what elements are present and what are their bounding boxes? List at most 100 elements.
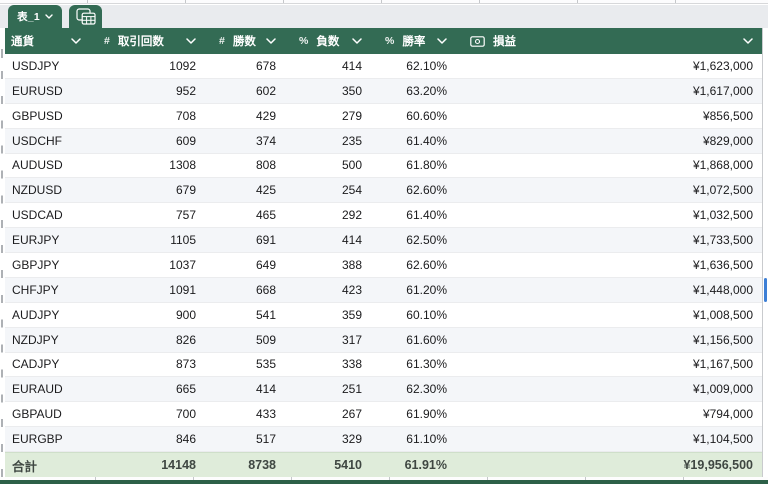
cell-wins[interactable]: 678	[205, 59, 285, 73]
cell-winrate[interactable]: 61.10%	[371, 432, 456, 446]
tab-table-1[interactable]: 表_1	[8, 5, 62, 28]
cell-currency[interactable]: EURUSD	[5, 84, 90, 98]
cell-winrate[interactable]: 60.60%	[371, 109, 456, 123]
table-row[interactable]: CADJPY 873 535 338 61.30% ¥1,167,500	[5, 352, 762, 378]
cell-trades[interactable]: 757	[90, 208, 205, 222]
cell-pnl[interactable]: ¥1,104,500	[456, 432, 762, 446]
cell-losses[interactable]: 254	[285, 183, 371, 197]
cell-currency[interactable]: CHFJPY	[5, 283, 90, 297]
cell-pnl[interactable]: ¥856,500	[456, 109, 762, 123]
cell-trades[interactable]: 1308	[90, 158, 205, 172]
cell-losses[interactable]: 317	[285, 333, 371, 347]
cell-trades[interactable]: 1092	[90, 59, 205, 73]
cell-winrate[interactable]: 62.50%	[371, 233, 456, 247]
table-row[interactable]: GBPJPY 1037 649 388 62.60% ¥1,636,500	[5, 253, 762, 278]
cell-winrate[interactable]: 62.30%	[371, 382, 456, 396]
table-row[interactable]: NZDJPY 826 509 317 61.60% ¥1,156,500	[5, 327, 762, 353]
cell-trades[interactable]: 609	[90, 134, 205, 148]
cell-losses[interactable]: 292	[285, 208, 371, 222]
column-header-wins[interactable]: # 勝数	[205, 28, 285, 54]
cell-currency[interactable]: GBPAUD	[5, 407, 90, 421]
cell-losses[interactable]: 251	[285, 382, 371, 396]
table-row[interactable]: EURUSD 952 602 350 63.20% ¥1,617,000	[5, 78, 762, 104]
cell-losses[interactable]: 267	[285, 407, 371, 421]
cell-currency[interactable]: GBPJPY	[5, 258, 90, 272]
cell-losses[interactable]: 329	[285, 432, 371, 446]
cell-currency[interactable]: USDJPY	[5, 59, 90, 73]
cell-wins[interactable]: 414	[205, 382, 285, 396]
table-row[interactable]: USDCAD 757 465 292 61.40% ¥1,032,500	[5, 203, 762, 229]
cell-currency[interactable]: USDCAD	[5, 208, 90, 222]
table-row[interactable]: AUDJPY 900 541 359 60.10% ¥1,008,500	[5, 302, 762, 328]
cell-trades[interactable]: 846	[90, 432, 205, 446]
column-header-winrate[interactable]: % 勝率	[371, 28, 456, 54]
cell-wins[interactable]: 808	[205, 158, 285, 172]
chevron-down-icon[interactable]	[71, 38, 81, 44]
cell-losses[interactable]: 338	[285, 357, 371, 371]
cell-winrate[interactable]: 62.10%	[371, 59, 456, 73]
table-row[interactable]: GBPAUD 700 433 267 61.90% ¥794,000	[5, 402, 762, 428]
cell-pnl[interactable]: ¥794,000	[456, 407, 762, 421]
scroll-indicator[interactable]	[764, 278, 767, 302]
chevron-down-icon[interactable]	[186, 38, 196, 44]
cell-currency[interactable]: EURJPY	[5, 233, 90, 247]
table-row[interactable]: USDCHF 609 374 235 61.40% ¥829,000	[5, 128, 762, 154]
cell-trades[interactable]: 708	[90, 109, 205, 123]
cell-trades[interactable]: 952	[90, 84, 205, 98]
cell-pnl[interactable]: ¥1,868,000	[456, 158, 762, 172]
table-row[interactable]: EURAUD 665 414 251 62.30% ¥1,009,000	[5, 377, 762, 403]
chevron-down-icon[interactable]	[45, 14, 53, 19]
chevron-down-icon[interactable]	[743, 38, 753, 44]
cell-winrate[interactable]: 61.60%	[371, 333, 456, 347]
cell-currency[interactable]: EURAUD	[5, 382, 90, 396]
total-pnl[interactable]: ¥19,956,500	[456, 458, 762, 472]
cell-winrate[interactable]: 63.20%	[371, 84, 456, 98]
cell-wins[interactable]: 602	[205, 84, 285, 98]
cell-winrate[interactable]: 62.60%	[371, 183, 456, 197]
cell-trades[interactable]: 700	[90, 407, 205, 421]
table-row[interactable]: GBPUSD 708 429 279 60.60% ¥856,500	[5, 103, 762, 129]
column-header-pnl[interactable]: 損益	[456, 28, 762, 54]
cell-losses[interactable]: 414	[285, 233, 371, 247]
cell-losses[interactable]: 279	[285, 109, 371, 123]
cell-currency[interactable]: AUDUSD	[5, 158, 90, 172]
chevron-down-icon[interactable]	[266, 38, 276, 44]
chevron-down-icon[interactable]	[352, 38, 362, 44]
table-row[interactable]: CHFJPY 1091 668 423 61.20% ¥1,448,000	[5, 277, 762, 303]
cell-currency[interactable]: EURGBP	[5, 432, 90, 446]
cell-trades[interactable]: 665	[90, 382, 205, 396]
cell-wins[interactable]: 649	[205, 258, 285, 272]
cell-pnl[interactable]: ¥1,733,500	[456, 233, 762, 247]
cell-pnl[interactable]: ¥1,156,500	[456, 333, 762, 347]
cell-wins[interactable]: 517	[205, 432, 285, 446]
cell-wins[interactable]: 374	[205, 134, 285, 148]
cell-wins[interactable]: 691	[205, 233, 285, 247]
cell-losses[interactable]: 414	[285, 59, 371, 73]
column-header-currency[interactable]: 通貨	[5, 28, 90, 54]
cell-trades[interactable]: 900	[90, 308, 205, 322]
cell-wins[interactable]: 668	[205, 283, 285, 297]
cell-losses[interactable]: 350	[285, 84, 371, 98]
cell-pnl[interactable]: ¥1,032,500	[456, 208, 762, 222]
cell-winrate[interactable]: 61.90%	[371, 407, 456, 421]
cell-wins[interactable]: 465	[205, 208, 285, 222]
total-winrate[interactable]: 61.91%	[371, 458, 456, 472]
chevron-down-icon[interactable]	[437, 38, 447, 44]
cell-losses[interactable]: 388	[285, 258, 371, 272]
cell-losses[interactable]: 235	[285, 134, 371, 148]
cell-pnl[interactable]: ¥1,617,000	[456, 84, 762, 98]
table-row[interactable]: EURJPY 1105 691 414 62.50% ¥1,733,500	[5, 228, 762, 253]
table-row[interactable]: USDJPY 1092 678 414 62.10% ¥1,623,000	[5, 54, 762, 79]
cell-pnl[interactable]: ¥1,009,000	[456, 382, 762, 396]
cell-pnl[interactable]: ¥1,167,500	[456, 357, 762, 371]
cell-winrate[interactable]: 61.80%	[371, 158, 456, 172]
total-trades[interactable]: 14148	[90, 458, 205, 472]
cell-pnl[interactable]: ¥1,623,000	[456, 59, 762, 73]
total-row[interactable]: 合計 14148 8738 5410 61.91% ¥19,956,500	[5, 452, 762, 477]
cell-currency[interactable]: NZDUSD	[5, 183, 90, 197]
cell-losses[interactable]: 359	[285, 308, 371, 322]
cell-currency[interactable]: AUDJPY	[5, 308, 90, 322]
cell-currency[interactable]: USDCHF	[5, 134, 90, 148]
cell-trades[interactable]: 679	[90, 183, 205, 197]
cell-pnl[interactable]: ¥1,072,500	[456, 183, 762, 197]
